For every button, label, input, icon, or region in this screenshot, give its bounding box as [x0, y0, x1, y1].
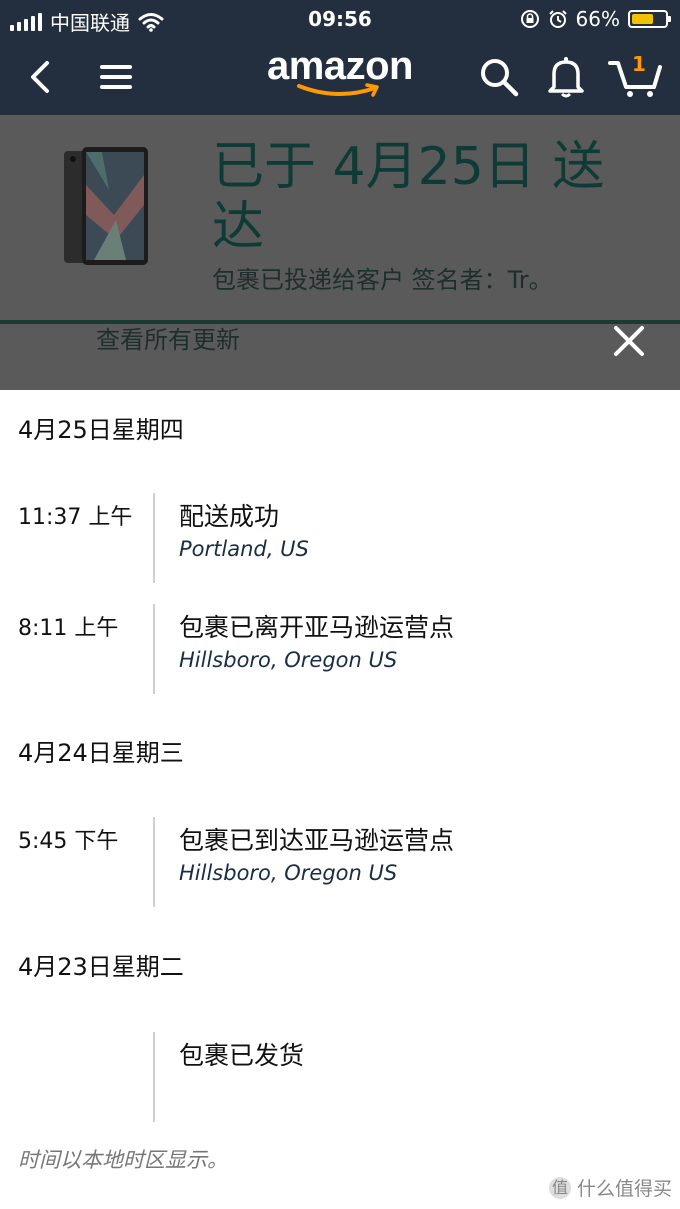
timeline-event: 5:45 下午 包裹已到达亚马逊运营点 Hillsboro, Oregon US [0, 817, 680, 907]
watermark-logo-icon: 值 [548, 1176, 571, 1199]
amazon-nav-bar: amazon 1 [0, 38, 680, 115]
product-image[interactable] [64, 145, 150, 267]
timezone-footnote: 时间以本地时区显示。 [18, 1148, 228, 1172]
timeline-line [153, 493, 155, 583]
timeline-event: 11:37 上午 配送成功 Portland, US [0, 493, 680, 583]
event-description: 包裹已发货 [179, 1041, 305, 1070]
day-heading: 4月24日星期三 [18, 739, 184, 767]
event-time: 5:45 下午 [18, 829, 119, 854]
close-icon[interactable] [608, 320, 650, 362]
search-button[interactable] [476, 38, 522, 115]
delivery-status-detail: 包裹已投递给客户 签名者：Tr。 [212, 266, 553, 294]
timeline-line [153, 817, 155, 907]
battery-icon [628, 10, 671, 28]
search-icon [481, 58, 519, 96]
watermark-text: 什么值得买 [576, 1178, 672, 1200]
event-location: Hillsboro, Oregon US [179, 861, 398, 885]
event-location: Portland, US [179, 537, 309, 561]
event-time: 11:37 上午 [18, 505, 133, 530]
cart-button[interactable] [606, 38, 664, 115]
timeline-line [153, 604, 155, 694]
delivery-status-title: 已于 4月25日 送达 [212, 137, 605, 257]
timeline-event: 包裹已发货 [0, 1032, 680, 1122]
event-time: 8:11 上午 [18, 616, 119, 641]
bell-icon [548, 56, 584, 97]
view-all-updates-link[interactable]: 查看所有更新 [96, 320, 240, 355]
notifications-button[interactable] [543, 38, 589, 115]
delivery-status-header: 已于 4月25日 送达 包裹已投递给客户 签名者：Tr。 查看所有更新 [0, 115, 680, 390]
battery-percent: 66% [575, 7, 620, 31]
timeline-line [153, 1032, 155, 1122]
cart-count-badge: 1 [632, 52, 646, 76]
event-description: 配送成功 [179, 502, 280, 531]
event-description: 包裹已离开亚马逊运营点 [179, 613, 455, 642]
alarm-icon [548, 10, 567, 28]
event-description: 包裹已到达亚马逊运营点 [179, 826, 455, 855]
event-location: Hillsboro, Oregon US [179, 648, 398, 672]
status-bar-right: 66% [520, 7, 671, 31]
status-bar: 中国联通 09:56 66% [0, 0, 680, 38]
day-heading: 4月23日星期二 [18, 953, 184, 981]
lock-rotation-icon [520, 10, 539, 28]
day-heading: 4月25日星期四 [18, 416, 184, 444]
watermark: 值 什么值得买 [548, 1174, 672, 1201]
timeline-event: 8:11 上午 包裹已离开亚马逊运营点 Hillsboro, Oregon US [0, 604, 680, 694]
